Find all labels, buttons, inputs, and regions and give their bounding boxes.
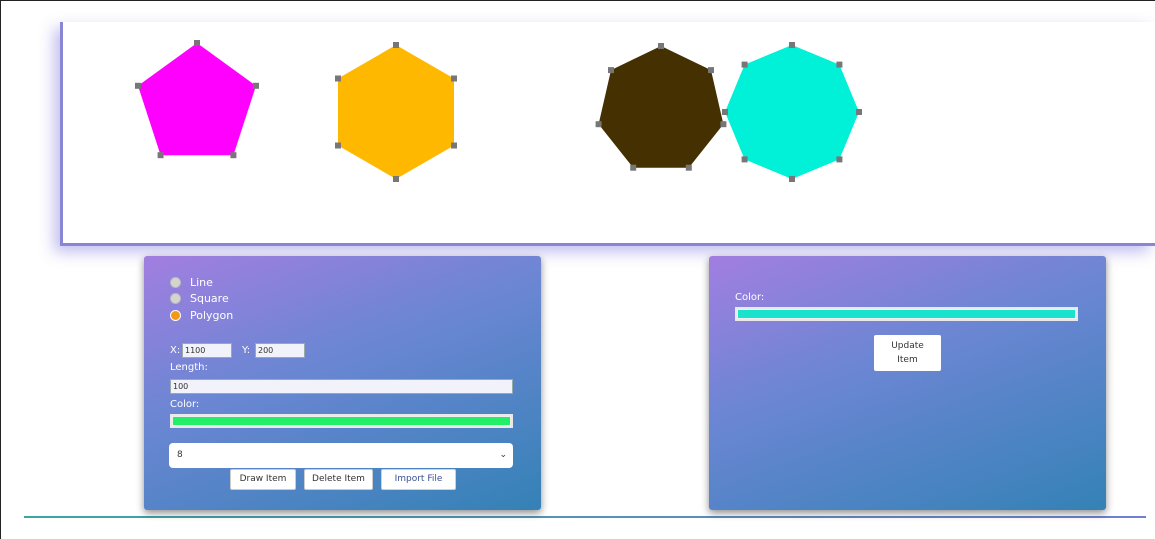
draw-item-button[interactable]: Draw Item: [230, 469, 296, 490]
octagon-vertex-handle[interactable]: [722, 109, 728, 115]
heptagon-shape[interactable]: [598, 46, 724, 168]
length-input[interactable]: 100: [170, 379, 513, 394]
divider-line: [24, 516, 1146, 518]
color-label: Color:: [170, 399, 200, 410]
pentagon-vertex-handle[interactable]: [230, 152, 237, 159]
radio-square[interactable]: Square: [170, 292, 229, 305]
update-controls-panel: Color: Update Item: [709, 256, 1106, 510]
delete-item-button[interactable]: Delete Item: [304, 469, 373, 490]
x-input[interactable]: 1100: [182, 343, 232, 358]
radio-line-dot[interactable]: [170, 277, 181, 288]
octagon-vertex-handle[interactable]: [856, 109, 862, 115]
hexagon-vertex-handle[interactable]: [451, 142, 457, 149]
radio-square-label: Square: [190, 292, 229, 305]
octagon-vertex-handle[interactable]: [836, 156, 843, 163]
octagon-vertex-handle[interactable]: [741, 61, 748, 68]
length-label: Length:: [170, 362, 208, 373]
radio-line[interactable]: Line: [170, 276, 213, 289]
heptagon-vertex-handle[interactable]: [608, 67, 614, 74]
octagon-vertex-handle[interactable]: [789, 176, 795, 182]
pentagon-vertex-handle[interactable]: [253, 82, 259, 89]
update-color-label: Color:: [735, 292, 765, 303]
hexagon-vertex-handle[interactable]: [393, 176, 399, 182]
radio-polygon-dot[interactable]: [170, 310, 181, 321]
octagon-vertex-handle[interactable]: [741, 156, 748, 163]
sides-select[interactable]: 8 ⌄: [169, 443, 513, 468]
pentagon-shape[interactable]: [138, 43, 256, 156]
heptagon-vertex-handle[interactable]: [595, 121, 602, 128]
pentagon-vertex-handle[interactable]: [157, 152, 164, 159]
heptagon-vertex-handle[interactable]: [658, 43, 664, 49]
octagon-vertex-handle[interactable]: [836, 61, 843, 68]
heptagon-vertex-handle[interactable]: [630, 164, 637, 171]
hexagon-vertex-handle[interactable]: [335, 142, 341, 149]
octagon-vertex-handle[interactable]: [789, 42, 795, 48]
update-button-line2: Item: [897, 355, 918, 365]
radio-polygon-label: Polygon: [190, 309, 234, 322]
draw-controls-panel: Line Square Polygon X: 1100 Y: 200 Lengt…: [144, 256, 541, 510]
hexagon-vertex-handle[interactable]: [393, 42, 399, 48]
drawing-canvas[interactable]: [60, 22, 1155, 246]
pentagon-vertex-handle[interactable]: [135, 82, 141, 89]
update-color-picker[interactable]: [735, 307, 1078, 321]
radio-polygon[interactable]: Polygon: [170, 309, 233, 322]
color-picker[interactable]: [170, 414, 513, 428]
color-picker-fill: [173, 417, 510, 425]
x-label: X:: [170, 345, 181, 356]
update-item-button[interactable]: Update Item: [874, 335, 941, 371]
update-button-line1: Update: [891, 341, 924, 351]
heptagon-vertex-handle[interactable]: [685, 164, 692, 171]
import-file-button[interactable]: Import File: [381, 469, 456, 490]
y-input[interactable]: 200: [255, 343, 305, 358]
hexagon-shape[interactable]: [338, 45, 454, 179]
sides-select-value: 8: [177, 450, 183, 460]
heptagon-vertex-handle[interactable]: [708, 67, 714, 74]
pentagon-vertex-handle[interactable]: [194, 40, 200, 46]
update-color-picker-fill: [738, 310, 1075, 318]
hexagon-vertex-handle[interactable]: [335, 75, 341, 82]
y-label: Y:: [242, 345, 251, 356]
shapes-layer[interactable]: [63, 22, 1155, 243]
radio-line-label: Line: [190, 276, 213, 289]
chevron-down-icon: ⌄: [499, 450, 507, 460]
heptagon-vertex-handle[interactable]: [720, 121, 727, 128]
radio-square-dot[interactable]: [170, 293, 181, 304]
hexagon-vertex-handle[interactable]: [451, 75, 457, 82]
